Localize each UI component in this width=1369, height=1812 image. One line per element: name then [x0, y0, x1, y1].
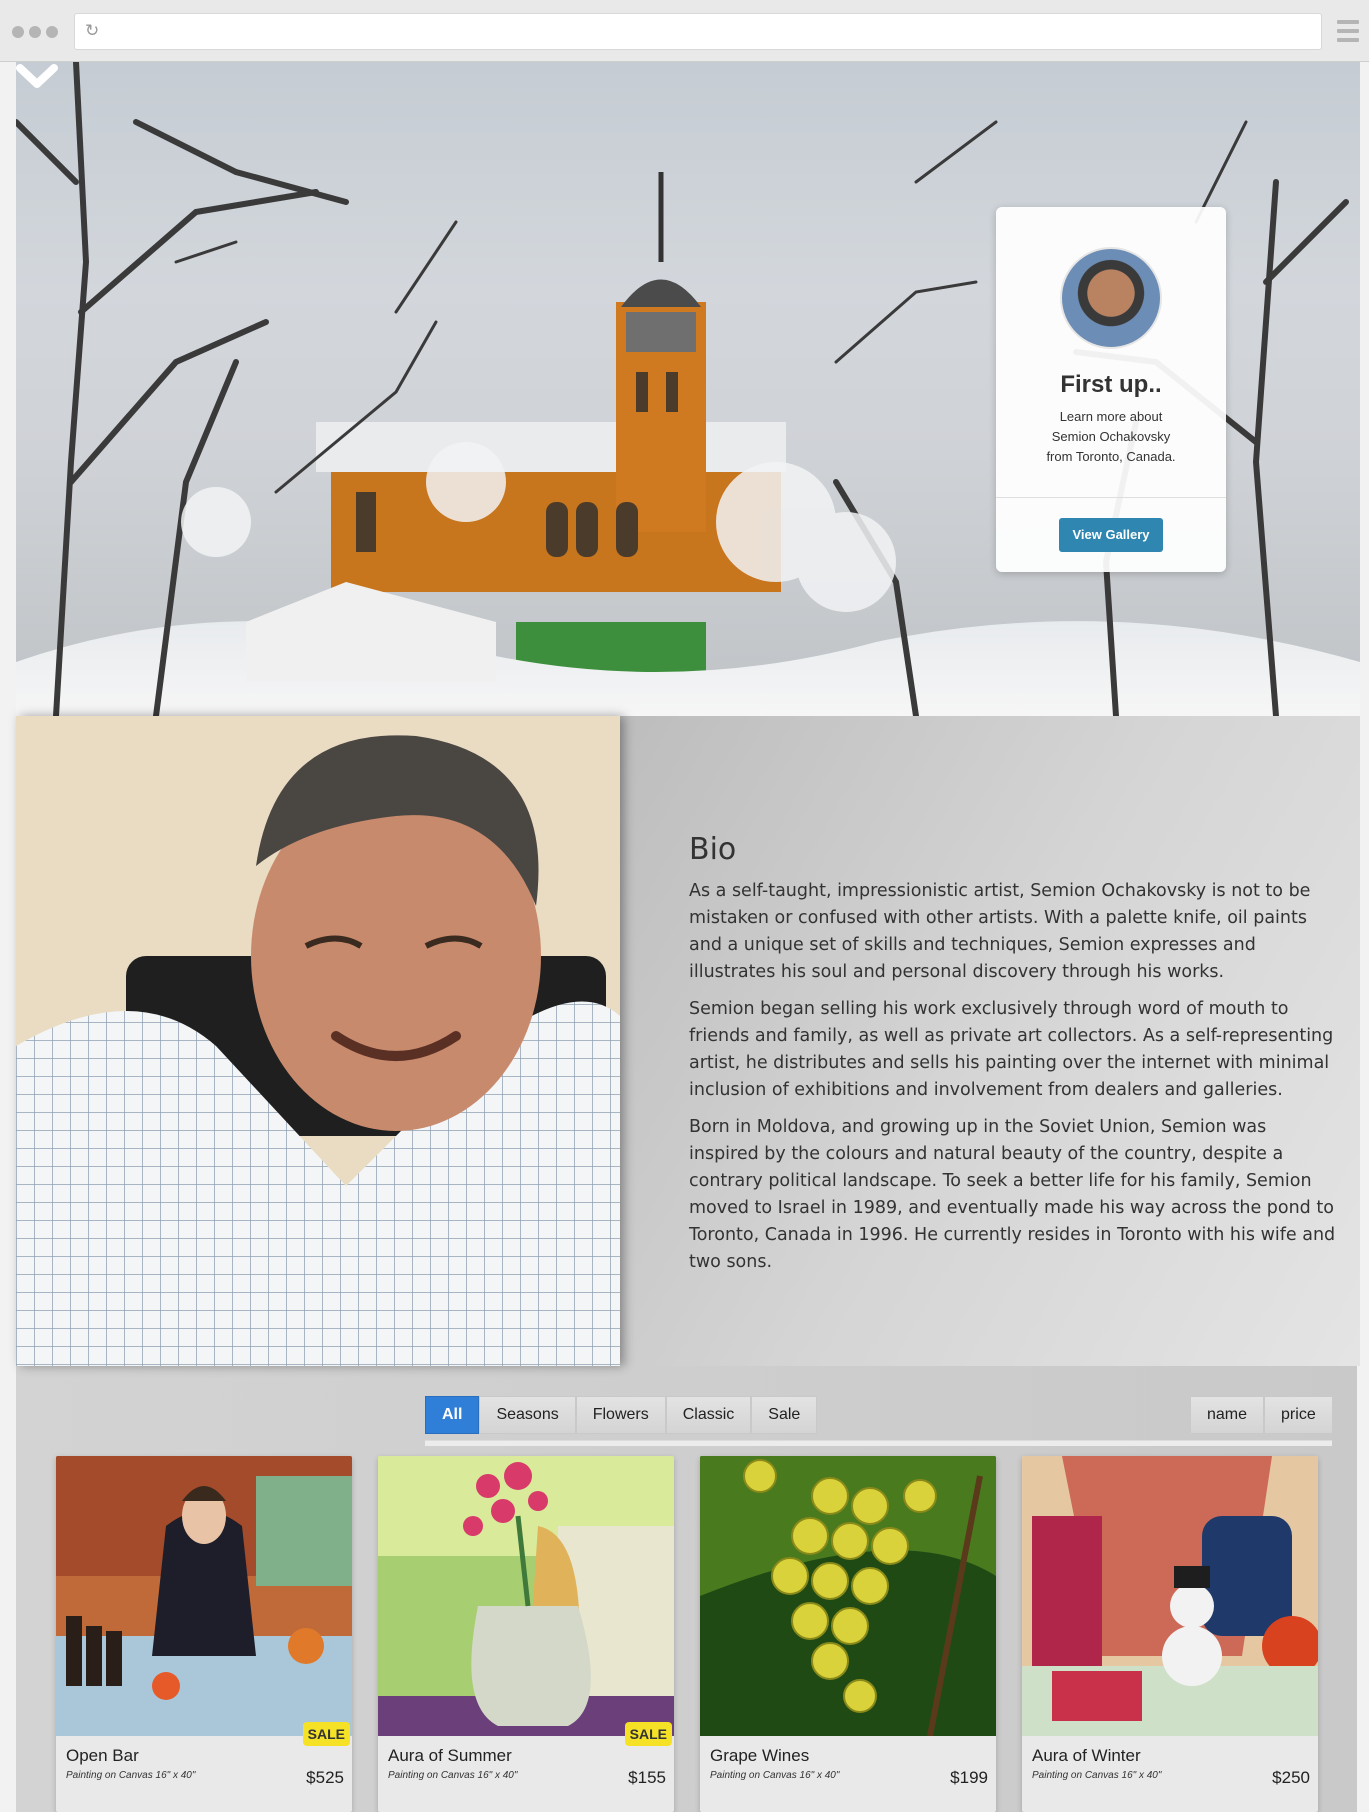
filter-all-button[interactable]: All: [425, 1396, 480, 1434]
artwork-card[interactable]: Grape Wines Painting on Canvas 16" x 40"…: [700, 1456, 996, 1812]
view-gallery-button[interactable]: View Gallery: [1059, 518, 1163, 552]
artwork-image-open-bar[interactable]: [56, 1456, 352, 1736]
sort-name-button[interactable]: name: [1190, 1396, 1265, 1434]
bio-text: As a self-taught, impressionistic artist…: [689, 878, 1339, 1286]
card-title: First up..: [1060, 371, 1162, 398]
chevron-down-icon[interactable]: [16, 62, 58, 92]
artwork-image-grape-wines[interactable]: [700, 1456, 996, 1736]
avatar: [1060, 247, 1162, 349]
artwork-price: $525: [306, 1768, 344, 1787]
category-filters: All Seasons Flowers Classic Sale: [425, 1396, 818, 1434]
artwork-image-aura-of-winter[interactable]: [1022, 1456, 1318, 1736]
artwork-image-aura-of-summer[interactable]: [378, 1456, 674, 1736]
bio-paragraph-3: Born in Moldova, and growing up in the S…: [689, 1117, 1336, 1272]
artwork-card[interactable]: SALE Open Bar Painting on Canvas 16" x 4…: [56, 1456, 352, 1812]
window-dot-maximize[interactable]: [46, 26, 58, 38]
hero-section: First up.. Learn more about Semion Ochak…: [16, 62, 1360, 716]
address-bar[interactable]: ↻: [74, 13, 1322, 50]
artwork-title: Grape Wines: [710, 1746, 810, 1765]
card-description: Learn more about Semion Ochakovsky from …: [1021, 407, 1201, 467]
bio-section: Bio As a self-taught, impressionistic ar…: [620, 716, 1360, 1366]
window-controls[interactable]: [12, 26, 58, 38]
artwork-subtitle: Painting on Canvas 16" x 40": [1032, 1770, 1162, 1781]
gallery-section: All Seasons Flowers Classic Sale name pr…: [16, 1366, 1357, 1812]
sale-badge: SALE: [624, 1722, 672, 1746]
artwork-grid: SALE Open Bar Painting on Canvas 16" x 4…: [56, 1456, 1336, 1812]
filter-sale-button[interactable]: Sale: [751, 1396, 818, 1434]
sale-badge: SALE: [302, 1722, 350, 1746]
artwork-price: $250: [1272, 1768, 1310, 1787]
artwork-subtitle: Painting on Canvas 16" x 40": [388, 1770, 518, 1781]
artwork-title: Aura of Winter: [1032, 1746, 1141, 1765]
browser-chrome: ↻: [0, 0, 1369, 62]
card-divider: [996, 497, 1226, 498]
bio-paragraph-1: As a self-taught, impressionistic artist…: [689, 881, 1311, 982]
filter-flowers-button[interactable]: Flowers: [575, 1396, 666, 1434]
bio-paragraph-2: Semion began selling his work exclusivel…: [689, 999, 1334, 1100]
artwork-title: Open Bar: [66, 1746, 139, 1765]
hamburger-menu-icon[interactable]: [1337, 20, 1359, 42]
artwork-price: $199: [950, 1768, 988, 1787]
card-line-1: Learn more about: [1059, 409, 1163, 424]
artwork-subtitle: Painting on Canvas 16" x 40": [710, 1770, 840, 1781]
artwork-title: Aura of Summer: [388, 1746, 512, 1765]
sort-price-button[interactable]: price: [1264, 1396, 1333, 1434]
sort-buttons: name price: [1190, 1396, 1333, 1434]
artwork-price: $155: [628, 1768, 666, 1787]
artwork-card[interactable]: Aura of Winter Painting on Canvas 16" x …: [1022, 1456, 1318, 1812]
artwork-subtitle: Painting on Canvas 16" x 40": [66, 1770, 196, 1781]
card-line-2: Semion Ochakovsky: [1051, 429, 1171, 444]
filter-classic-button[interactable]: Classic: [665, 1396, 752, 1434]
window-dot-close[interactable]: [12, 26, 24, 38]
artist-photo: [16, 716, 620, 1366]
artwork-card[interactable]: SALE Aura of Summer Painting on Canvas 1…: [378, 1456, 674, 1812]
bio-heading: Bio: [689, 832, 737, 867]
profile-card: First up.. Learn more about Semion Ochak…: [996, 207, 1226, 572]
reload-icon[interactable]: ↻: [85, 23, 102, 40]
card-line-3: from Toronto, Canada.: [1046, 449, 1176, 464]
filter-seasons-button[interactable]: Seasons: [479, 1396, 576, 1434]
gallery-divider: [425, 1440, 1332, 1446]
window-dot-minimize[interactable]: [29, 26, 41, 38]
